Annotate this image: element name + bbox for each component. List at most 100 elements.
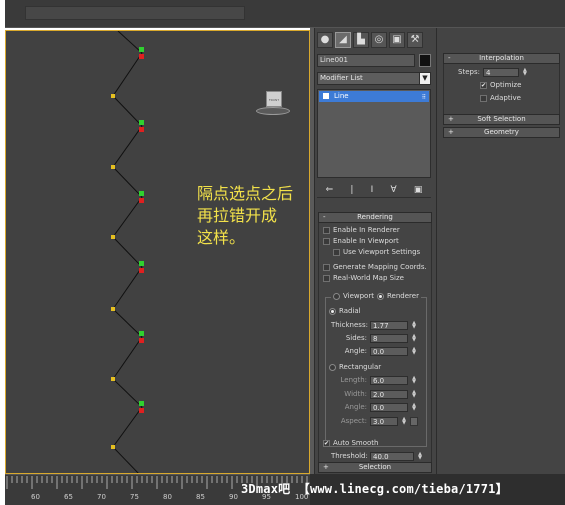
front-viewport[interactable]: FRONT <box>5 30 310 474</box>
spinner-arrows-icon[interactable]: ▲ ▼ <box>411 347 417 356</box>
viewport-radio-row[interactable]: Viewport <box>331 292 376 301</box>
thickness-label: Thickness: <box>331 321 368 329</box>
threshold-spinner[interactable]: 40.0 <box>370 452 414 461</box>
use-viewport-settings-row[interactable]: Use Viewport Settings <box>333 248 420 257</box>
selected-vertex[interactable] <box>139 408 144 413</box>
generate-mapping-row[interactable]: Generate Mapping Coords. <box>323 263 427 272</box>
utilities-tab-icon[interactable]: ⚒ <box>407 32 423 48</box>
modifier-list-dropdown[interactable]: Modifier List ▼ <box>317 72 431 85</box>
renderer-radio-row[interactable]: Renderer <box>375 292 421 301</box>
spinner-arrows-icon[interactable]: ▲ ▼ <box>411 376 417 385</box>
length-spinner[interactable]: 6.0 <box>370 376 408 385</box>
vertex-handle[interactable] <box>139 331 144 336</box>
viewcube[interactable]: FRONT <box>256 89 290 115</box>
make-unique-icon[interactable]: Ⅰ <box>371 185 374 195</box>
vertex-marker[interactable] <box>111 235 115 239</box>
create-tab-icon[interactable]: ● <box>317 32 333 48</box>
auto-smooth-checkbox[interactable]: ✔ <box>323 440 330 447</box>
stack-item-line[interactable]: Line ⠿ <box>319 91 429 102</box>
use-viewport-settings-checkbox[interactable] <box>333 249 340 256</box>
viewcube-face[interactable]: FRONT <box>266 91 282 107</box>
rectangular-label: Rectangular <box>339 363 382 371</box>
light-bulb-icon[interactable] <box>323 93 329 99</box>
adaptive-checkbox[interactable] <box>480 95 487 102</box>
ruler-tick-label: 90 <box>229 493 238 501</box>
geometry-rollout-header[interactable]: + Geometry <box>443 127 560 138</box>
spinner-arrows-icon[interactable]: ▲ ▼ <box>411 321 417 330</box>
object-color-swatch[interactable] <box>419 54 431 67</box>
vertex-handle[interactable] <box>139 191 144 196</box>
width-row: Width: 2.0 ▲ ▼ <box>331 390 417 399</box>
length-row: Length: 6.0 ▲ ▼ <box>331 376 417 385</box>
optimize-checkbox[interactable]: ✔ <box>480 82 487 89</box>
vertex-marker[interactable] <box>111 94 115 98</box>
rectangular-radio-row[interactable]: Rectangular <box>329 363 381 372</box>
angle-spinner[interactable]: 0.0 <box>370 347 408 356</box>
spinner-arrows-icon[interactable]: ▲ ▼ <box>522 68 528 77</box>
thickness-row: Thickness: 1.77 ▲ ▼ <box>331 321 417 330</box>
selected-vertex[interactable] <box>139 54 144 59</box>
lock-aspect-icon[interactable] <box>410 417 418 426</box>
object-name-field[interactable]: Line001 <box>317 54 415 67</box>
adaptive-row[interactable]: Adaptive <box>480 94 521 103</box>
vertex-handle[interactable] <box>139 47 144 52</box>
interpolation-rollout-header[interactable]: - Interpolation <box>443 53 560 64</box>
geometry-rollout: + Geometry <box>443 127 560 138</box>
soft-selection-rollout-header[interactable]: + Soft Selection <box>443 114 560 125</box>
interpolation-rollout: - Interpolation Steps: 4 ▲ ▼ ✔ Optimize Adap… <box>443 53 560 116</box>
selected-vertex[interactable] <box>139 338 144 343</box>
modifier-stack[interactable]: Line ⠿ <box>317 89 431 178</box>
chevron-down-icon[interactable]: ▼ <box>419 73 430 84</box>
selected-vertex[interactable] <box>139 127 144 132</box>
aspect-spinner[interactable]: 3.0 <box>370 417 398 426</box>
angle-label: Angle: <box>344 347 367 355</box>
zigzag-spline <box>112 31 143 473</box>
vertex-marker[interactable] <box>111 307 115 311</box>
rectangular-radio[interactable] <box>329 364 336 371</box>
selection-rollout-header[interactable]: + Selection <box>318 462 432 473</box>
vertex-handle[interactable] <box>139 120 144 125</box>
vertex-marker[interactable] <box>111 377 115 381</box>
spinner-arrows-icon[interactable]: ▲ ▼ <box>411 390 417 399</box>
modify-tab-icon[interactable]: ◢ <box>335 32 351 48</box>
radial-radio[interactable] <box>329 308 336 315</box>
configure-sets-icon[interactable]: ▣ <box>414 185 423 195</box>
display-tab-icon[interactable]: ▣ <box>389 32 405 48</box>
rendering-body: Enable In Renderer Enable In Viewport Us… <box>318 223 432 464</box>
sides-spinner[interactable]: 8 <box>370 334 408 343</box>
width-spinner[interactable]: 2.0 <box>370 390 408 399</box>
hierarchy-tab-icon[interactable]: ▙ <box>353 32 369 48</box>
viewport-radio[interactable] <box>333 293 340 300</box>
sides-label: Sides: <box>345 334 367 342</box>
vertex-handle[interactable] <box>139 261 144 266</box>
real-world-map-row[interactable]: Real-World Map Size <box>323 274 404 283</box>
selected-vertex[interactable] <box>139 198 144 203</box>
motion-tab-icon[interactable]: ◎ <box>371 32 387 48</box>
auto-smooth-row[interactable]: ✔ Auto Smooth <box>323 439 379 448</box>
optimize-row[interactable]: ✔ Optimize <box>480 81 521 90</box>
real-world-map-checkbox[interactable] <box>323 275 330 282</box>
show-end-result-icon[interactable]: | <box>350 185 353 195</box>
vertex-handle[interactable] <box>139 401 144 406</box>
radial-radio-row[interactable]: Radial <box>329 307 361 316</box>
selected-vertex[interactable] <box>139 268 144 273</box>
toolbar-track <box>25 6 245 20</box>
rendering-title: Rendering <box>357 213 393 221</box>
vertex-marker[interactable] <box>111 445 115 449</box>
ruler-tick-label: 80 <box>163 493 172 501</box>
ruler-tick-label: 85 <box>196 493 205 501</box>
renderer-radio[interactable] <box>377 293 384 300</box>
spinner-arrows-icon[interactable]: ▲ ▼ <box>401 417 407 426</box>
spinner-arrows-icon[interactable]: ▲ ▼ <box>411 403 417 412</box>
vertex-marker[interactable] <box>111 165 115 169</box>
generate-mapping-checkbox[interactable] <box>323 264 330 271</box>
aspect-row: Aspect: 3.0 ▲ ▼ <box>331 417 418 426</box>
remove-modifier-icon[interactable]: ∀ <box>390 185 396 195</box>
thickness-spinner[interactable]: 1.77 <box>370 321 408 330</box>
steps-spinner[interactable]: 4 <box>482 68 519 77</box>
spinner-arrows-icon[interactable]: ▲ ▼ <box>417 452 423 461</box>
viewcube-ring[interactable] <box>256 107 290 115</box>
command-tabs: ● ◢ ▙ ◎ ▣ ⚒ <box>317 32 423 50</box>
spinner-arrows-icon[interactable]: ▲ ▼ <box>411 334 417 343</box>
angle2-spinner[interactable]: 0.0 <box>370 403 408 412</box>
